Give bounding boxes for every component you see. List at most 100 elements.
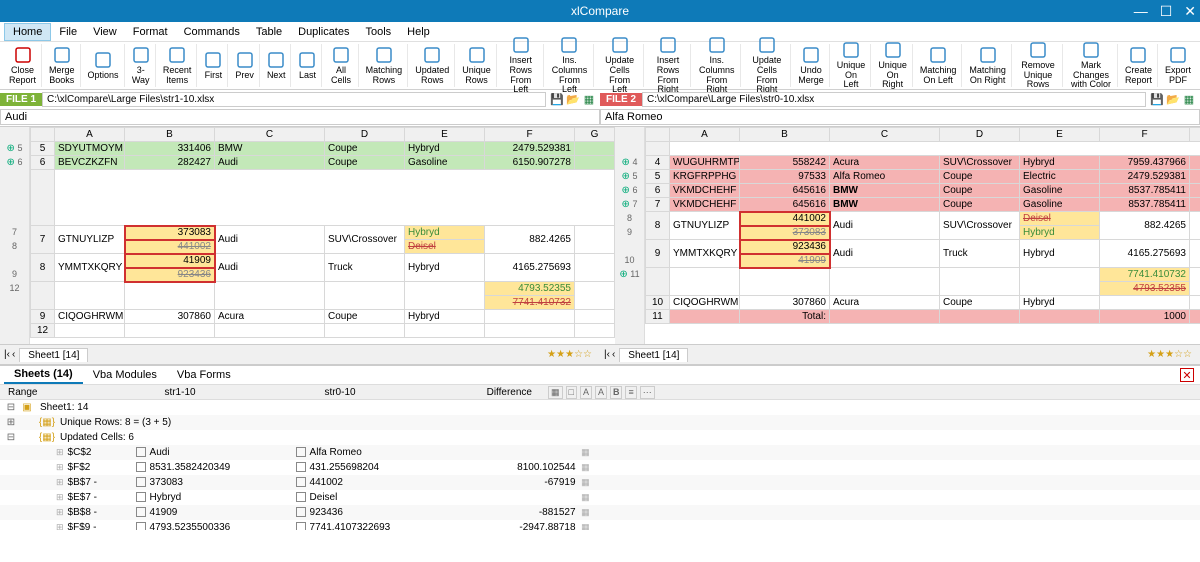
col-header[interactable]: C: [830, 128, 940, 142]
checkbox[interactable]: [136, 462, 146, 472]
ribbon-mark-color[interactable]: Mark Changes with Color: [1065, 44, 1118, 87]
row-tool-icon[interactable]: ▦: [576, 522, 590, 530]
menu-duplicates[interactable]: Duplicates: [290, 24, 357, 40]
row-tool-icon[interactable]: ▦: [576, 492, 590, 503]
tree-row[interactable]: ⊟{▦}Updated Cells: 6: [0, 430, 1200, 445]
row-tool-icon[interactable]: ▦: [576, 507, 590, 518]
checkbox[interactable]: [296, 507, 306, 517]
grid-row[interactable]: 4793.52355: [31, 282, 615, 296]
menu-file[interactable]: File: [51, 24, 85, 40]
tree-row[interactable]: ⊞{▦}Unique Rows: 8 = (3 + 5): [0, 415, 1200, 430]
grid-row[interactable]: 9CIQOGHRWM307860AcuraCoupeHybryd: [31, 310, 615, 324]
file2-excel-icon[interactable]: ▦: [1182, 92, 1196, 106]
grid-row[interactable]: 7GTNUYLIZP373083AudiSUV\CrossoverHybryd8…: [31, 226, 615, 240]
marker-icon[interactable]: ⊕: [622, 157, 630, 168]
grid-row[interactable]: 9YMMTXKQRY923436AudiTruckHybryd4165.2756…: [646, 240, 1200, 254]
tool-icon[interactable]: ≡: [625, 386, 636, 399]
minimize-icon[interactable]: —: [1134, 3, 1148, 20]
maximize-icon[interactable]: ☐: [1160, 3, 1173, 20]
ribbon-unique-right[interactable]: Unique On Right: [873, 44, 913, 87]
checkbox[interactable]: [296, 447, 306, 457]
checkbox[interactable]: [296, 477, 306, 487]
file1-save-icon[interactable]: 💾: [550, 92, 564, 106]
checkbox[interactable]: [296, 462, 306, 472]
tab-nav-first-icon[interactable]: |‹: [4, 349, 10, 360]
ribbon-first[interactable]: First: [199, 44, 228, 87]
file2-save-icon[interactable]: 💾: [1150, 92, 1164, 106]
col-header[interactable]: E: [405, 128, 485, 142]
grid-row[interactable]: 11Total:1000: [646, 310, 1200, 324]
ribbon-unique-rows[interactable]: Unique Rows: [457, 44, 497, 87]
grid-row[interactable]: 7741.410732: [646, 268, 1200, 282]
row-tool-icon[interactable]: ▦: [576, 447, 590, 458]
grid-row[interactable]: 4WUGUHRMTP558242AcuraSUV\CrossoverHybryd…: [646, 156, 1200, 170]
col-header[interactable]: E: [1020, 128, 1100, 142]
ribbon-upd-cells-right[interactable]: Update Cells From Right: [743, 44, 791, 87]
checkbox[interactable]: [136, 447, 146, 457]
ribbon-close-report[interactable]: Close Report: [4, 44, 42, 87]
tree-toggle-icon[interactable]: ⊞: [4, 417, 18, 428]
grid-row[interactable]: 5SDYUTMOYM331406BMWCoupeHybryd2479.52938…: [31, 142, 615, 156]
menu-home[interactable]: Home: [4, 23, 51, 41]
ribbon-match-right[interactable]: Matching On Right: [964, 44, 1012, 87]
ribbon-merge-books[interactable]: Merge Books: [44, 44, 81, 87]
tool-icon[interactable]: ▦: [548, 386, 563, 399]
grid-row[interactable]: 6BEVCZKZFN282427AudiCoupeGasoline6150.90…: [31, 156, 615, 170]
file2-path[interactable]: C:\xlCompare\Large Files\str0-10.xlsx: [642, 92, 1146, 107]
grid-row[interactable]: 7VKMDCHEHF645616BMWCoupeGasoline8537.785…: [646, 198, 1200, 212]
ribbon-remove-unique[interactable]: Remove Unique Rows: [1014, 44, 1063, 87]
ribbon-match-left[interactable]: Matching On Left: [915, 44, 963, 87]
tab-nav-prev-icon[interactable]: ‹: [12, 349, 15, 360]
ribbon-undo-merge[interactable]: Undo Merge: [793, 44, 830, 87]
grid-right-table[interactable]: ABCDEFG 4WUGUHRMTP558242AcuraSUV\Crossov…: [645, 127, 1200, 324]
tree-toggle-icon[interactable]: ⊟: [4, 402, 18, 413]
ribbon-last[interactable]: Last: [293, 44, 322, 87]
ribbon-recent[interactable]: Recent Items: [158, 44, 198, 87]
ribbon-all-cells[interactable]: All Cells: [324, 44, 358, 87]
grid-row[interactable]: 6VKMDCHEHF645616BMWCoupeGasoline8537.785…: [646, 184, 1200, 198]
bottom-tab-vba-forms[interactable]: Vba Forms: [167, 367, 241, 383]
ribbon-match-rows[interactable]: Matching Rows: [361, 44, 409, 87]
menu-commands[interactable]: Commands: [176, 24, 248, 40]
ribbon-ins-rows-right[interactable]: Insert Rows From Right: [646, 44, 691, 87]
bottom-tab-vba-modules[interactable]: Vba Modules: [83, 367, 167, 383]
tree-row[interactable]: ⊟▣Sheet1: 14: [0, 400, 1200, 415]
checkbox[interactable]: [136, 477, 146, 487]
tree-row[interactable]: ⊞$B$7 -373083441002-67919 ▦: [0, 475, 1200, 490]
sheet-tab[interactable]: Sheet1 [14]: [19, 348, 88, 362]
col-header[interactable]: A: [55, 128, 125, 142]
ribbon-3way[interactable]: 3-Way: [127, 44, 156, 87]
col-header[interactable]: D: [325, 128, 405, 142]
ribbon-prev[interactable]: Prev: [230, 44, 260, 87]
tree-row[interactable]: ⊞$C$2AudiAlfa Romeo ▦: [0, 445, 1200, 460]
menu-help[interactable]: Help: [399, 24, 438, 40]
ribbon-updated-rows[interactable]: Updated Rows: [410, 44, 455, 87]
marker-icon[interactable]: ⊕: [7, 157, 15, 168]
bottom-tab-sheets[interactable]: Sheets (14): [4, 366, 83, 384]
menu-format[interactable]: Format: [125, 24, 176, 40]
tree-row[interactable]: ⊞$E$7 -HybrydDeisel ▦: [0, 490, 1200, 505]
checkbox[interactable]: [136, 507, 146, 517]
tool-icon[interactable]: □: [566, 386, 577, 399]
menu-view[interactable]: View: [85, 24, 125, 40]
ribbon-ins-rows-left[interactable]: Insert Rows From Left: [499, 44, 544, 87]
marker-icon[interactable]: ⊕: [622, 199, 630, 210]
grid-left-table[interactable]: ABCDEFG 5SDYUTMOYM331406BMWCoupeHybryd24…: [30, 127, 615, 338]
checkbox[interactable]: [136, 522, 146, 530]
ribbon-unique-left[interactable]: Unique On Left: [832, 44, 872, 87]
row-tool-icon[interactable]: ▦: [576, 462, 590, 473]
col-header[interactable]: F: [1100, 128, 1190, 142]
ribbon-create-report[interactable]: Create Report: [1120, 44, 1158, 87]
header-diff[interactable]: Difference: [420, 387, 540, 398]
tab-nav-prev-icon[interactable]: ‹: [612, 349, 615, 360]
menu-tools[interactable]: Tools: [357, 24, 399, 40]
grid-row[interactable]: [31, 170, 615, 226]
file1-open-icon[interactable]: 📂: [566, 92, 580, 106]
checkbox[interactable]: [296, 522, 306, 530]
checkbox[interactable]: [136, 492, 146, 502]
close-panel-icon[interactable]: ✕: [1180, 368, 1194, 382]
file1-excel-icon[interactable]: ▦: [582, 92, 596, 106]
marker-icon[interactable]: ⊕: [622, 185, 630, 196]
formula-right[interactable]: Alfa Romeo: [600, 109, 1200, 125]
col-header[interactable]: F: [485, 128, 575, 142]
